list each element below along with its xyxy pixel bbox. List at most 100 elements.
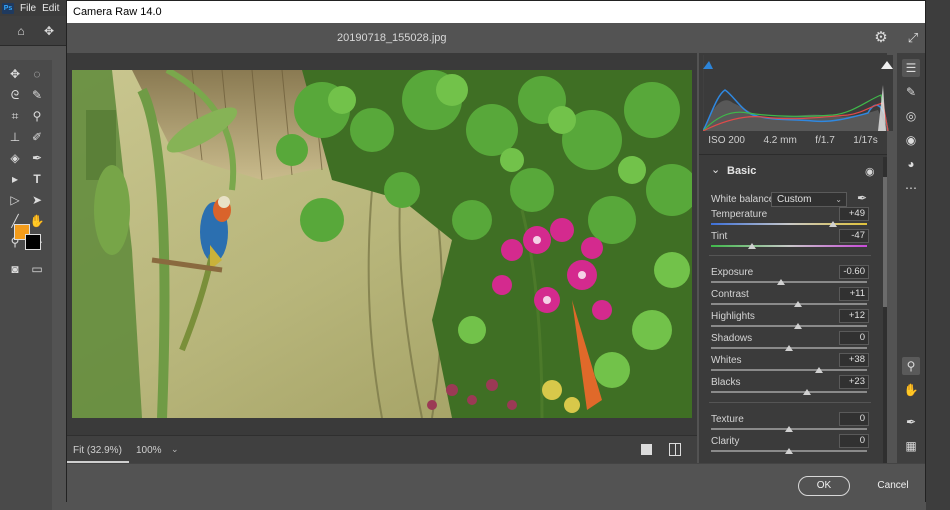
focal-length-value: 4.2 mm bbox=[763, 135, 797, 146]
slider-label-whites: Whites bbox=[711, 355, 742, 366]
select-arrow-icon[interactable]: ➤ bbox=[28, 191, 46, 209]
zoom-dropdown-icon[interactable]: ⌄ bbox=[171, 444, 179, 455]
ok-button[interactable]: OK bbox=[798, 476, 850, 496]
image-canvas[interactable]: Fit (32.9%) 100% ⌄ bbox=[67, 53, 697, 463]
brush-tool-icon[interactable]: ✐ bbox=[28, 128, 46, 146]
path-select-icon[interactable]: ▸ bbox=[6, 170, 24, 188]
chevron-down-icon: ⌄ bbox=[835, 195, 842, 204]
white-balance-label: White balance bbox=[711, 194, 775, 205]
slider-label-temperature: Temperature bbox=[711, 209, 768, 220]
healing-icon[interactable]: ✎ bbox=[902, 83, 920, 101]
marquee-tool-icon[interactable]: ◌ bbox=[28, 65, 46, 83]
screen-mode-icon[interactable]: ▭ bbox=[28, 260, 46, 278]
red-eye-icon[interactable]: ◉ bbox=[902, 131, 920, 149]
direct-select-icon[interactable]: ▷ bbox=[6, 191, 24, 209]
ps-toolbar: ✥ ◌ ᘓ ✎ ⌗ ⚲ ⊥ ✐ ◈ ✒ ▸ T ▷ ➤ ╱ ✋ ⚲ ⋯ ◙ ▭ bbox=[0, 60, 52, 510]
before-after-icon[interactable] bbox=[669, 443, 681, 456]
gear-icon[interactable]: ⚙ bbox=[873, 30, 889, 46]
zoom-fit-button[interactable]: Fit (32.9%) bbox=[73, 445, 122, 456]
preview-image bbox=[72, 70, 692, 418]
crop-tool-icon[interactable]: ⌗ bbox=[6, 107, 24, 125]
panel-scrollbar[interactable] bbox=[883, 157, 887, 463]
section-divider bbox=[709, 255, 871, 256]
lasso-tool-icon[interactable]: ᘓ bbox=[6, 86, 24, 104]
grid-icon[interactable]: ▦ bbox=[902, 437, 920, 455]
slider-track-contrast[interactable] bbox=[711, 303, 867, 305]
slider-thumb-temperature[interactable] bbox=[828, 221, 837, 227]
home-icon[interactable]: ⌂ bbox=[12, 22, 30, 40]
quick-mask-icon[interactable]: ◙ bbox=[6, 260, 24, 278]
slider-track-whites[interactable] bbox=[711, 369, 867, 371]
slider-label-clarity: Clarity bbox=[711, 436, 740, 447]
basic-panel: ⌄ Basic ◉ White balance Custom ⌄ ✒ Tempe… bbox=[699, 157, 881, 463]
chevron-down-icon[interactable]: ⌄ bbox=[711, 163, 720, 176]
iso-value: ISO 200 bbox=[708, 135, 745, 146]
slider-value-temperature[interactable]: +49 bbox=[839, 207, 869, 221]
slider-label-tint: Tint bbox=[711, 231, 728, 242]
slider-track-highlights[interactable] bbox=[711, 325, 867, 327]
background-color-swatch[interactable] bbox=[25, 234, 41, 250]
type-tool-icon[interactable]: T bbox=[28, 170, 46, 188]
slider-track-exposure[interactable] bbox=[711, 281, 867, 283]
sampler-icon[interactable]: ✒ bbox=[902, 413, 920, 431]
expand-icon[interactable]: ⤢ bbox=[905, 30, 921, 46]
slider-value-texture[interactable]: 0 bbox=[839, 412, 869, 426]
presets-icon[interactable]: ◕ bbox=[902, 155, 920, 173]
slider-thumb-whites[interactable] bbox=[814, 367, 823, 373]
dialog-title: Camera Raw 14.0 bbox=[73, 6, 162, 18]
slider-thumb-contrast[interactable] bbox=[793, 301, 802, 307]
panel-scroll-thumb[interactable] bbox=[883, 177, 887, 307]
ps-options-bar: ⌂ ✥ bbox=[0, 16, 66, 46]
file-name: 20190718_155028.jpg bbox=[337, 32, 447, 44]
masking-icon[interactable]: ◎ bbox=[902, 107, 920, 125]
slider-value-blacks[interactable]: +23 bbox=[839, 375, 869, 389]
eyedropper-icon[interactable]: ✒ bbox=[857, 191, 867, 205]
move-tool-options-icon[interactable]: ✥ bbox=[40, 22, 58, 40]
paint-bucket-icon[interactable]: ◈ bbox=[6, 149, 24, 167]
slider-label-blacks: Blacks bbox=[711, 377, 741, 388]
ps-right-panel bbox=[926, 0, 950, 510]
white-balance-select[interactable]: Custom ⌄ bbox=[771, 192, 847, 207]
eyedropper-tool-icon[interactable]: ⚲ bbox=[28, 107, 46, 125]
zoom-icon[interactable]: ⚲ bbox=[902, 357, 920, 375]
slider-value-contrast[interactable]: +11 bbox=[839, 287, 869, 301]
slider-value-whites[interactable]: +38 bbox=[839, 353, 869, 367]
slider-thumb-shadows[interactable] bbox=[785, 345, 793, 351]
hand-icon[interactable]: ✋ bbox=[902, 381, 920, 399]
zoom-100-button[interactable]: 100% bbox=[136, 445, 162, 456]
slider-thumb-exposure[interactable] bbox=[777, 279, 786, 285]
more-icon[interactable]: ⋯ bbox=[902, 179, 920, 197]
slider-value-shadows[interactable]: 0 bbox=[839, 331, 869, 345]
slider-track-tint[interactable] bbox=[711, 245, 867, 247]
histogram bbox=[703, 55, 893, 131]
tool-strip: ☰ ✎ ◎ ◉ ◕ ⋯ ⚲ ✋ ✒ ▦ bbox=[897, 53, 925, 463]
menu-file[interactable]: File bbox=[20, 3, 36, 14]
hand-tool-icon[interactable]: ✋ bbox=[28, 212, 46, 230]
slider-thumb-tint[interactable] bbox=[747, 243, 756, 249]
slider-label-highlights: Highlights bbox=[711, 311, 755, 322]
basic-section-title[interactable]: Basic bbox=[727, 165, 756, 177]
pen-tool-icon[interactable]: ✒ bbox=[28, 149, 46, 167]
slider-track-temperature[interactable] bbox=[711, 223, 867, 225]
slider-label-contrast: Contrast bbox=[711, 289, 749, 300]
slider-value-exposure[interactable]: -0.60 bbox=[839, 265, 869, 279]
slider-track-blacks[interactable] bbox=[711, 391, 867, 393]
slider-thumb-blacks[interactable] bbox=[802, 389, 811, 395]
move-tool-icon[interactable]: ✥ bbox=[6, 65, 24, 83]
single-view-icon[interactable] bbox=[641, 444, 652, 455]
slider-thumb-highlights[interactable] bbox=[794, 323, 803, 329]
slider-thumb-texture[interactable] bbox=[785, 426, 793, 432]
ps-menubar: Ps File Edit bbox=[0, 0, 66, 16]
slider-value-highlights[interactable]: +12 bbox=[839, 309, 869, 323]
slider-value-clarity[interactable]: 0 bbox=[839, 434, 869, 448]
quick-select-icon[interactable]: ✎ bbox=[28, 86, 46, 104]
sliders-icon[interactable]: ☰ bbox=[902, 59, 920, 77]
cancel-button[interactable]: Cancel bbox=[867, 476, 919, 496]
eye-icon[interactable]: ◉ bbox=[865, 165, 875, 178]
slider-label-shadows: Shadows bbox=[711, 333, 753, 344]
menu-edit[interactable]: Edit bbox=[42, 3, 59, 14]
slider-thumb-clarity[interactable] bbox=[785, 448, 793, 454]
slider-value-tint[interactable]: -47 bbox=[839, 229, 869, 243]
section-divider bbox=[709, 402, 871, 403]
stamp-tool-icon[interactable]: ⊥ bbox=[6, 128, 24, 146]
